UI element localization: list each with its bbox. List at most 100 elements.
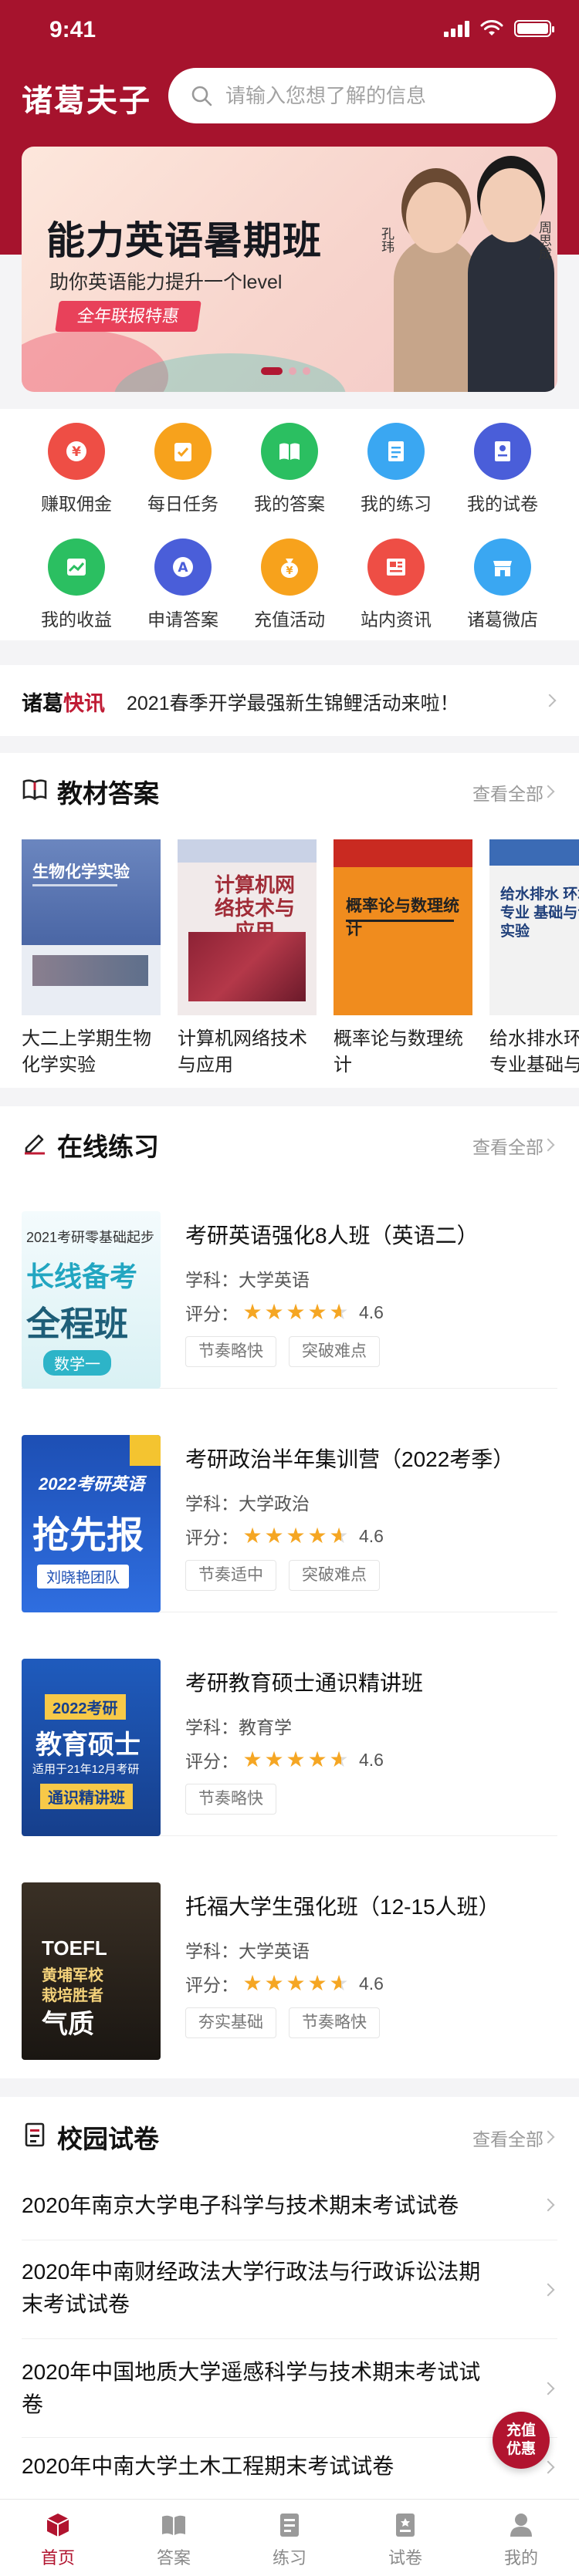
- textbook-title: 计算机网络技术与应用: [178, 1028, 307, 1075]
- banner-tag: 全年联报特惠: [55, 301, 201, 332]
- star-icon: ★: [307, 1747, 327, 1771]
- tab-practice[interactable]: 练习: [232, 2500, 347, 2576]
- course-rating: 评分： ★ ★ ★ ★ ★ 4.6: [185, 1524, 384, 1548]
- book-icon: [261, 423, 318, 480]
- course-tags: 节奏适中 突破难点: [185, 1560, 380, 1591]
- course-tag: 节奏略快: [289, 2007, 380, 2038]
- banner-title: 能力英语暑期班: [46, 218, 322, 263]
- menu-item-my-earnings[interactable]: 我的收益: [23, 538, 130, 631]
- search-icon: [191, 86, 212, 106]
- star-rating: ★ ★ ★ ★ ★: [242, 1525, 350, 1547]
- quick-menu: ¥ 赚取佣金 每日任务 我的答案 我的练习 我的试卷 我的收益 A 申请答案 ¥…: [23, 423, 556, 631]
- view-all-practice[interactable]: 查看全部: [472, 1133, 543, 1159]
- recharge-discount-button[interactable]: 充值 优惠: [493, 2412, 550, 2469]
- star-icon: ★: [329, 1300, 349, 1324]
- course-item[interactable]: 2022考研 教育硕士 适用于21年12月考研 通识精讲班 考研教育硕士通识精讲…: [22, 1659, 557, 1836]
- user-icon: [510, 2514, 532, 2537]
- course-item[interactable]: 2022考研英语 抢先报 刘晓艳团队 考研政治半年集训营（2022考季） 学科：…: [22, 1435, 557, 1612]
- menu-item-recharge[interactable]: ¥ 充值活动: [236, 538, 343, 631]
- course-tags: 节奏略快: [185, 1784, 276, 1815]
- news-ticker[interactable]: 诸葛快讯 2021春季开学最强新生锦鲤活动来啦！: [0, 665, 579, 736]
- svg-text:A: A: [178, 560, 188, 576]
- menu-item-my-answers[interactable]: 我的答案: [236, 423, 343, 515]
- menu-item-site-news[interactable]: 站内资讯: [343, 538, 449, 631]
- course-tag: 突破难点: [289, 1560, 380, 1591]
- star-icon: ★: [286, 1747, 306, 1771]
- course-item[interactable]: TOEFL 黄埔军校 栽培胜者 气质 托福大学生强化班（12-15人班） 学科：…: [22, 1882, 557, 2060]
- banner-subtitle: 助你英语能力提升一个level: [49, 272, 283, 293]
- textbook-item[interactable]: 生物化学实验 大二上学期生物化学实验: [22, 839, 161, 1079]
- tab-answers[interactable]: 答案: [116, 2500, 232, 2576]
- promo-banner[interactable]: 能力英语暑期班 助你英语能力提升一个level 全年联报特惠 孔玮 周思成: [22, 147, 557, 392]
- menu-item-daily-task[interactable]: 每日任务: [130, 423, 236, 515]
- exam-item[interactable]: 2020年中国地质大学遥感科学与技术期末考试试卷: [22, 2339, 557, 2438]
- course-tag: 节奏适中: [185, 1560, 276, 1591]
- textbook-list: 生物化学实验 大二上学期生物化学实验 计算机网络技术与应用 计算机网络技术与应用…: [22, 839, 579, 1079]
- star-icon: ★: [329, 1747, 349, 1771]
- status-time: 9:41: [49, 17, 96, 42]
- news-icon: [367, 538, 425, 596]
- svg-text:¥: ¥: [72, 444, 81, 460]
- textbook-cover: 计算机网络技术与应用: [178, 839, 317, 1015]
- teacher-name-2: 周思成: [537, 221, 551, 260]
- exam-item[interactable]: 2020年中南财经政法大学行政法与行政诉讼法期末考试试卷: [22, 2240, 557, 2339]
- course-thumbnail: TOEFL 黄埔军校 栽培胜者 气质: [22, 1882, 161, 2060]
- open-book-icon: [22, 779, 47, 801]
- course-subject: 学科：大学英语: [185, 1270, 310, 1290]
- section-title-practice: 在线练习: [57, 1132, 159, 1162]
- chevron-right-icon: [541, 1138, 555, 1152]
- tab-home[interactable]: 首页: [0, 2500, 116, 2576]
- menu-item-apply-answer[interactable]: A 申请答案: [130, 538, 236, 631]
- news-logo: 诸葛快讯: [22, 692, 105, 716]
- status-icons: [444, 20, 554, 37]
- course-rating: 评分： ★ ★ ★ ★ ★ 4.6: [185, 1971, 384, 1996]
- trend-icon: [48, 538, 105, 596]
- chevron-right-icon: [541, 2130, 555, 2144]
- task-icon: [154, 423, 212, 480]
- chevron-right-icon: [541, 2382, 555, 2395]
- exam-title: 2020年中南财经政法大学行政法与行政诉讼法期末考试试卷: [22, 2260, 481, 2316]
- view-all-exams[interactable]: 查看全部: [472, 2125, 543, 2151]
- menu-item-micro-shop[interactable]: 诸葛微店: [449, 538, 556, 631]
- course-title: 考研英语强化8人班（英语二）: [185, 1224, 479, 1247]
- book-open-icon: [162, 2515, 185, 2535]
- search-input[interactable]: [225, 83, 534, 108]
- exam-item[interactable]: 2020年中南大学土木工程期末考试试卷: [22, 2438, 557, 2499]
- section-title-exams: 校园试卷: [57, 2124, 159, 2154]
- star-icon: ★: [307, 1300, 327, 1324]
- exam-list-icon: [25, 2122, 45, 2147]
- star-icon: ★: [264, 1300, 284, 1324]
- view-all-textbooks[interactable]: 查看全部: [472, 779, 543, 805]
- menu-item-my-exams[interactable]: 我的试卷: [449, 423, 556, 515]
- course-tag: 突破难点: [289, 1336, 380, 1367]
- textbook-item[interactable]: 给水排水 环境 与专业 基础与专业实验 给水排水环境与专业基础与专业实验: [489, 839, 579, 1079]
- star-icon: ★: [286, 1300, 306, 1324]
- star-icon: ★: [329, 1971, 349, 1995]
- course-item[interactable]: 2021考研零基础起步 长线备考 全程班 数学一 考研英语强化8人班（英语二） …: [22, 1211, 557, 1389]
- tab-profile[interactable]: 我的: [463, 2500, 579, 2576]
- menu-item-commission[interactable]: ¥ 赚取佣金: [23, 423, 130, 515]
- exam-paper-icon: [474, 423, 531, 480]
- course-thumbnail: 2022考研 教育硕士 适用于21年12月考研 通识精讲班: [22, 1659, 161, 1836]
- menu-item-my-practice[interactable]: 我的练习: [343, 423, 449, 515]
- home-icon: [46, 2514, 69, 2537]
- svg-text:¥: ¥: [286, 566, 293, 577]
- answer-a-icon: A: [154, 538, 212, 596]
- course-thumbnail: 2022考研英语 抢先报 刘晓艳团队: [22, 1435, 161, 1612]
- star-icon: ★: [242, 1300, 262, 1324]
- textbook-item[interactable]: 计算机网络技术与应用 计算机网络技术与应用: [178, 839, 317, 1079]
- textbook-item[interactable]: 概率论与数理统计 概率论与数理统计: [334, 839, 472, 1079]
- textbook-cover: 概率论与数理统计: [334, 839, 472, 1015]
- money-bag-icon: ¥: [261, 538, 318, 596]
- exam-item[interactable]: 2020年南京大学电子科学与技术期末考试试卷: [22, 2171, 557, 2240]
- tab-exams[interactable]: 试卷: [347, 2500, 463, 2576]
- exam-title: 2020年南京大学电子科学与技术期末考试试卷: [22, 2193, 459, 2217]
- course-rating: 评分： ★ ★ ★ ★ ★ 4.6: [185, 1747, 384, 1772]
- textbook-cover: 给水排水 环境 与专业 基础与专业实验: [489, 839, 579, 1015]
- exam-icon: [396, 2514, 415, 2537]
- exam-title: 2020年中南大学土木工程期末考试试卷: [22, 2454, 394, 2478]
- star-icon: ★: [242, 1524, 262, 1548]
- course-tags: 节奏略快 突破难点: [185, 1336, 380, 1367]
- carousel-indicator[interactable]: [261, 367, 310, 375]
- search-bar[interactable]: [168, 68, 556, 123]
